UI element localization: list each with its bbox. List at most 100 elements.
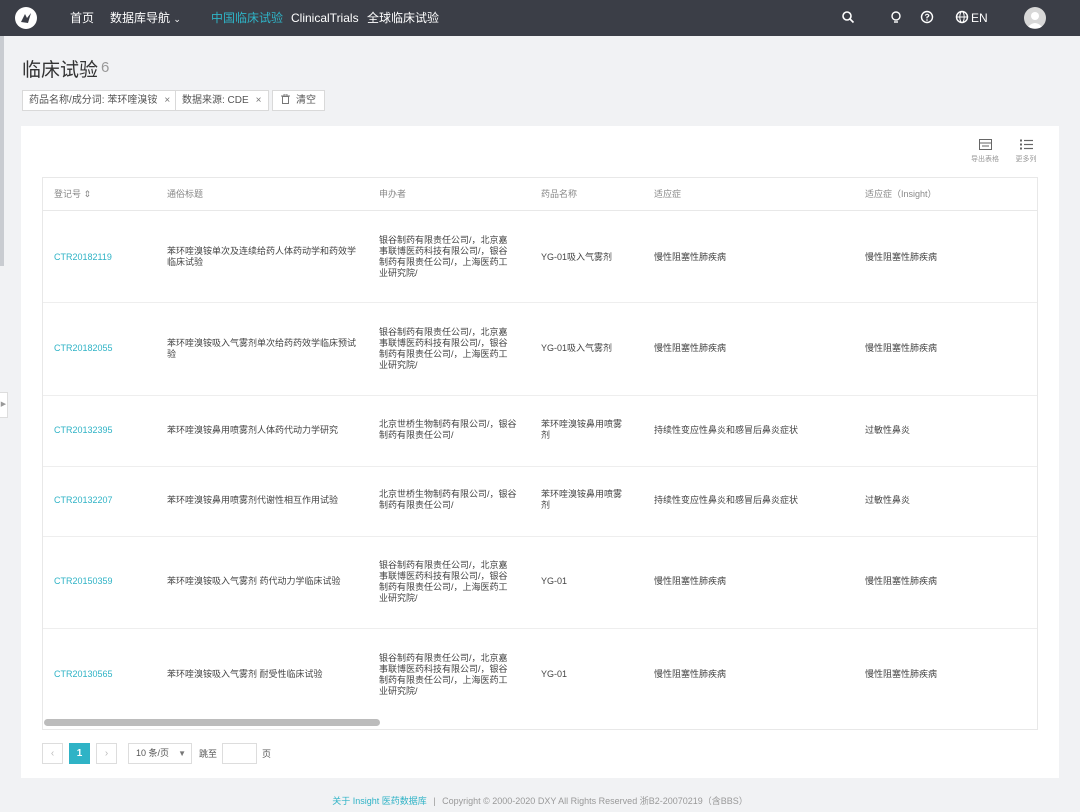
- table-header: 登记号 ⇕ 通俗标题 申办者 药品名称 适应症 适应症（Insight）: [43, 178, 1037, 211]
- bulb-icon[interactable]: [888, 10, 904, 26]
- col-header-sponsor: 申办者: [379, 189, 407, 199]
- trial-indication-insight: 慢性阻塞性肺疾病: [865, 252, 938, 262]
- globe-icon[interactable]: [954, 10, 970, 26]
- export-label: 导出表格: [971, 156, 999, 163]
- result-count: 6: [101, 59, 110, 76]
- trial-sponsor: 银谷制药有限责任公司/，北京嘉事联博医药科技有限公司/，银谷制药有限责任公司/，…: [379, 327, 508, 370]
- trial-indication: 慢性阻塞性肺疾病: [654, 252, 727, 262]
- clear-filters-button[interactable]: 清空: [272, 90, 325, 111]
- trial-sponsor: 银谷制药有限责任公司/，北京嘉事联博医药科技有限公司/，银谷制药有限责任公司/，…: [379, 560, 508, 603]
- clear-filters-label: 清空: [296, 95, 316, 106]
- footer: 关于 Insight 医药数据库 | Copyright © 2000-2020…: [0, 794, 1080, 807]
- trial-drug: 苯环喹溴铵鼻用喷雾剂: [541, 489, 623, 510]
- top-nav: 首页 数据库导航 ⌄ 中国临床试验 ClinicalTrials 全球临床试验 …: [0, 0, 1080, 36]
- copyright-text: Copyright © 2000-2020 DXY All Rights Res…: [442, 796, 748, 806]
- col-header-reg-no[interactable]: 登记号 ⇕: [54, 178, 91, 210]
- nav-database-guide[interactable]: 数据库导航 ⌄: [110, 0, 181, 36]
- table-row: CTR20130565 苯环喹溴铵吸入气雾剂 耐受性临床试验 银谷制药有限责任公…: [43, 629, 1037, 721]
- trial-indication-insight: 过敏性鼻炎: [865, 425, 911, 435]
- avatar[interactable]: [1024, 7, 1046, 29]
- close-icon[interactable]: ×: [256, 95, 262, 106]
- trial-indication: 持续性变应性鼻炎和感冒后鼻炎症状: [654, 495, 799, 505]
- table-row: CTR20132395 苯环喹溴铵鼻用喷雾剂人体药代动力学研究 北京世桥生物制药…: [43, 396, 1037, 467]
- caret-down-icon: ▼: [178, 749, 186, 758]
- trial-sponsor: 银谷制药有限责任公司/，北京嘉事联博医药科技有限公司/，银谷制药有限责任公司/，…: [379, 235, 508, 278]
- list-icon: [1006, 139, 1046, 153]
- col-header-drug: 药品名称: [541, 189, 578, 199]
- trial-indication: 持续性变应性鼻炎和感冒后鼻炎症状: [654, 425, 799, 435]
- page-title: 临床试验: [22, 60, 99, 81]
- trial-id-link[interactable]: CTR20182055: [54, 343, 113, 354]
- trial-id-link[interactable]: CTR20132395: [54, 425, 113, 436]
- trial-sponsor: 北京世桥生物制药有限公司/，银谷制药有限责任公司/: [379, 489, 517, 510]
- chevron-down-icon: ⌄: [173, 14, 181, 24]
- horizontal-scrollbar[interactable]: [44, 719, 380, 726]
- page-number-button[interactable]: 1: [69, 743, 90, 764]
- trial-indication-insight: 慢性阻塞性肺疾病: [865, 343, 938, 353]
- page-size-select[interactable]: 10 条/页 ▼: [128, 743, 192, 764]
- search-icon[interactable]: [840, 10, 856, 26]
- trial-sponsor: 北京世桥生物制药有限公司/，银谷制药有限责任公司/: [379, 419, 517, 440]
- trial-title: 苯环喹溴铵鼻用喷雾剂代谢性相互作用试验: [167, 495, 339, 505]
- trial-id-link[interactable]: CTR20182119: [54, 252, 112, 263]
- col-header-indication-insight: 适应症（Insight）: [865, 189, 937, 199]
- trial-drug: 苯环喹溴铵鼻用喷雾剂: [541, 419, 623, 440]
- trial-id-link[interactable]: CTR20132207: [54, 495, 113, 506]
- goto-label: 跳至: [199, 749, 218, 759]
- trial-id-link[interactable]: CTR20150359: [54, 576, 113, 587]
- next-page-button[interactable]: ›: [96, 743, 117, 764]
- left-scroll-rail: [0, 36, 4, 266]
- nav-clinicaltrials[interactable]: ClinicalTrials: [291, 0, 359, 36]
- col-header-indication: 适应症: [654, 189, 682, 199]
- filter-chip-drug: 药品名称/成分词: 苯环喹溴铵 ×: [22, 90, 178, 111]
- export-table-button[interactable]: 导出表格: [965, 139, 1005, 164]
- table-row: CTR20182055 苯环喹溴铵吸入气雾剂单次给药药效学临床预试验 银谷制药有…: [43, 303, 1037, 396]
- more-columns-button[interactable]: 更多列: [1006, 139, 1046, 164]
- export-icon: [965, 139, 1005, 153]
- goto-page-input[interactable]: [222, 743, 257, 764]
- trial-indication-insight: 慢性阻塞性肺疾病: [865, 576, 938, 586]
- prev-page-button[interactable]: ‹: [42, 743, 63, 764]
- col-header-title: 通俗标题: [167, 189, 204, 199]
- filter-chip-label: 数据来源: CDE: [182, 95, 249, 106]
- trial-title: 苯环喹溴铵鼻用喷雾剂人体药代动力学研究: [167, 425, 339, 435]
- trial-indication: 慢性阻塞性肺疾病: [654, 343, 727, 353]
- footer-separator: |: [433, 796, 436, 806]
- nav-home[interactable]: 首页: [70, 0, 94, 36]
- chevron-right-icon: ▶: [0, 401, 7, 408]
- close-icon[interactable]: ×: [164, 95, 170, 106]
- trial-title: 苯环喹溴铵单次及连续给药人体药动学和药效学临床试验: [167, 246, 357, 267]
- table-row: CTR20150359 苯环喹溴铵吸入气雾剂 药代动力学临床试验 银谷制药有限责…: [43, 537, 1037, 629]
- logo-mark-icon: [21, 13, 31, 23]
- trial-drug: YG-01: [541, 576, 568, 586]
- trial-title: 苯环喹溴铵吸入气雾剂 药代动力学临床试验: [167, 576, 341, 586]
- trial-id-link[interactable]: CTR20130565: [54, 669, 113, 680]
- trash-icon: [281, 93, 290, 104]
- trial-indication-insight: 慢性阻塞性肺疾病: [865, 669, 938, 679]
- filter-chip-source: 数据来源: CDE ×: [175, 90, 269, 111]
- nav-global-trials[interactable]: 全球临床试验: [367, 0, 439, 36]
- goto-suffix: 页: [262, 749, 272, 759]
- nav-database-guide-label: 数据库导航: [110, 11, 171, 25]
- table-row: CTR20132207 苯环喹溴铵鼻用喷雾剂代谢性相互作用试验 北京世桥生物制药…: [43, 467, 1037, 537]
- sidebar-toggle[interactable]: ▶: [0, 392, 8, 418]
- trial-title: 苯环喹溴铵吸入气雾剂单次给药药效学临床预试验: [167, 338, 357, 359]
- nav-china-trials[interactable]: 中国临床试验: [211, 0, 283, 36]
- trial-drug: YG-01: [541, 669, 568, 679]
- trial-indication: 慢性阻塞性肺疾病: [654, 576, 727, 586]
- more-columns-label: 更多列: [1015, 156, 1037, 163]
- table-row: CTR20182119 苯环喹溴铵单次及连续给药人体药动学和药效学临床试验 银谷…: [43, 211, 1037, 303]
- trial-drug: YG-01吸入气雾剂: [541, 343, 613, 353]
- language-switch[interactable]: EN: [971, 0, 988, 36]
- trial-sponsor: 银谷制药有限责任公司/，北京嘉事联博医药科技有限公司/，银谷制药有限责任公司/，…: [379, 653, 508, 696]
- help-icon[interactable]: [919, 10, 935, 26]
- page-size-value: 10 条/页: [136, 748, 170, 758]
- trial-indication-insight: 过敏性鼻炎: [865, 495, 911, 505]
- trials-table: 登记号 ⇕ 通俗标题 申办者 药品名称 适应症 适应症（Insight） CTR…: [42, 177, 1038, 730]
- trial-indication: 慢性阻塞性肺疾病: [654, 669, 727, 679]
- trial-title: 苯环喹溴铵吸入气雾剂 耐受性临床试验: [167, 669, 323, 679]
- filter-chip-label: 药品名称/成分词: 苯环喹溴铵: [29, 95, 158, 106]
- about-link[interactable]: 关于 Insight 医药数据库: [332, 796, 427, 806]
- trial-drug: YG-01吸入气雾剂: [541, 252, 613, 262]
- logo[interactable]: [15, 7, 37, 29]
